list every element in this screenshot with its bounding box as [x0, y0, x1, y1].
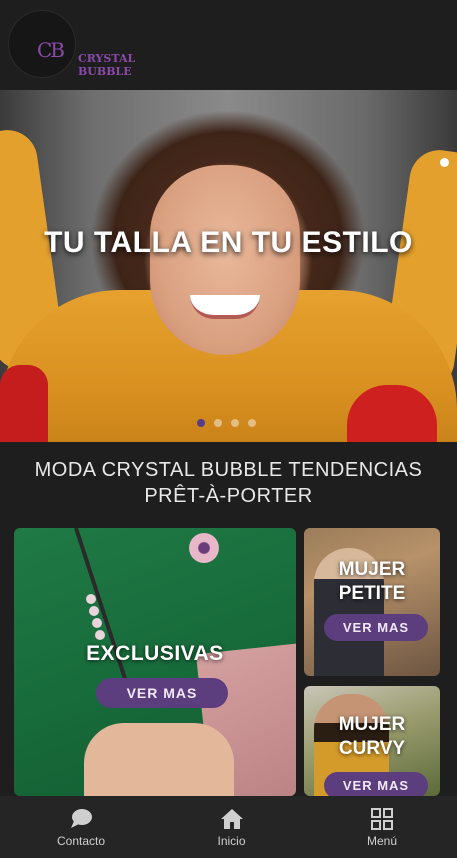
carousel-dot-1[interactable]: [197, 419, 205, 427]
hero-carousel[interactable]: TU TALLA EN TU ESTILO: [0, 90, 457, 442]
hero-image-part: [150, 165, 300, 355]
card-image-part: [84, 723, 234, 796]
card-mujer-petite[interactable]: MUJER PETITE VER MAS: [304, 528, 440, 676]
chat-bubble-icon: [71, 809, 92, 828]
nav-contacto-label: Contacto: [56, 834, 106, 848]
header: CB CRYSTAL BUBBLE: [0, 0, 457, 90]
card-petite-label: MUJER PETITE: [304, 558, 440, 606]
bottom-nav: Contacto Inicio Menú: [0, 796, 457, 858]
card-image-part: [95, 630, 105, 640]
carousel-dot-2[interactable]: [214, 419, 222, 427]
nav-inicio-label: Inicio: [217, 834, 246, 848]
card-exclusivas[interactable]: EXCLUSIVAS VER MAS: [14, 528, 296, 796]
nav-inicio[interactable]: Inicio: [197, 796, 267, 858]
card-curvy-label-line2: CURVY: [338, 738, 406, 759]
card-petite-label-line2: PETITE: [338, 583, 406, 604]
scroll-indicator-dot: [440, 158, 449, 167]
card-petite-label-line1: MUJER: [338, 559, 406, 580]
section-title-line2: PRÊT-À-PORTER: [144, 485, 313, 507]
brand-name[interactable]: CRYSTAL BUBBLE: [78, 52, 135, 78]
card-curvy-label-line1: MUJER: [338, 714, 406, 735]
brand-logo-mark: CB: [37, 38, 65, 62]
exclusivas-ver-mas-button[interactable]: VER MAS: [96, 678, 228, 708]
grid-icon: [371, 808, 393, 830]
section-title-line1: MODA CRYSTAL BUBBLE TENDENCIAS: [34, 459, 423, 481]
brand-logo[interactable]: CB: [8, 10, 76, 78]
brand-name-line1: CRYSTAL: [78, 52, 136, 65]
card-image-part: [89, 606, 99, 616]
section-title: MODA CRYSTAL BUBBLE TENDENCIAS PRÊT-À-PO…: [0, 457, 457, 509]
nav-menu-label: Menú: [366, 834, 398, 848]
curvy-ver-mas-button[interactable]: VER MAS: [324, 772, 428, 796]
card-image-part: [189, 533, 219, 563]
petite-ver-mas-button[interactable]: VER MAS: [324, 614, 428, 641]
nav-contacto[interactable]: Contacto: [46, 796, 116, 858]
card-mujer-curvy[interactable]: MUJER CURVY VER MAS: [304, 686, 440, 796]
carousel-dot-3[interactable]: [231, 419, 239, 427]
nav-menu[interactable]: Menú: [347, 796, 417, 858]
carousel-dot-4[interactable]: [248, 419, 256, 427]
carousel-dots: [197, 419, 256, 427]
card-curvy-label: MUJER CURVY: [304, 713, 440, 761]
hero-title: TU TALLA EN TU ESTILO: [44, 226, 413, 259]
brand-name-line2: BUBBLE: [78, 65, 132, 78]
card-image-part: [86, 594, 96, 604]
card-exclusivas-label: EXCLUSIVAS: [86, 642, 224, 665]
card-image-part: [92, 618, 102, 628]
hero-image-part: [0, 365, 48, 442]
home-icon: [220, 809, 243, 829]
